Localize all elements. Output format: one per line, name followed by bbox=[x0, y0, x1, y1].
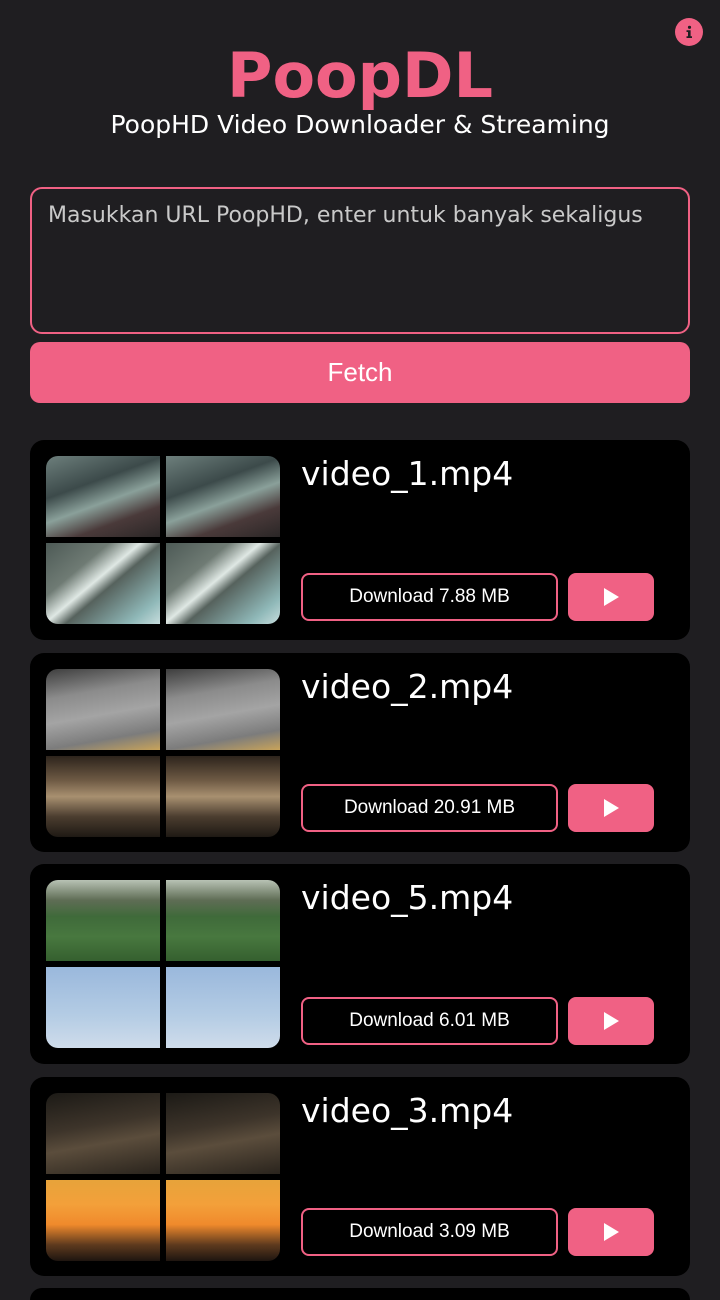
thumbnail bbox=[46, 756, 160, 837]
video-title: video_3.mp4 bbox=[301, 1091, 514, 1130]
thumbnail bbox=[46, 1180, 160, 1261]
thumbnail bbox=[166, 543, 280, 624]
thumbnail bbox=[46, 669, 160, 750]
download-button[interactable]: Download 6.01 MB bbox=[301, 997, 558, 1045]
url-input[interactable] bbox=[30, 187, 690, 334]
video-thumbnails bbox=[46, 669, 280, 837]
thumbnail bbox=[46, 543, 160, 624]
play-button[interactable] bbox=[568, 997, 654, 1045]
play-icon bbox=[604, 588, 619, 606]
play-icon bbox=[604, 1012, 619, 1030]
download-button[interactable]: Download 7.88 MB bbox=[301, 573, 558, 621]
thumbnail bbox=[166, 756, 280, 837]
thumbnail bbox=[166, 1093, 280, 1174]
video-card: video_5.mp4 Download 6.01 MB bbox=[30, 864, 690, 1064]
thumbnail bbox=[166, 669, 280, 750]
video-card: video_1.mp4 Download 7.88 MB bbox=[30, 440, 690, 640]
video-thumbnails bbox=[46, 1093, 280, 1261]
thumbnail bbox=[166, 456, 280, 537]
video-thumbnails bbox=[46, 880, 280, 1048]
play-button[interactable] bbox=[568, 784, 654, 832]
download-button[interactable]: Download 3.09 MB bbox=[301, 1208, 558, 1256]
thumbnail bbox=[166, 1180, 280, 1261]
video-title: video_1.mp4 bbox=[301, 454, 514, 493]
download-button[interactable]: Download 20.91 MB bbox=[301, 784, 558, 832]
fetch-button[interactable]: Fetch bbox=[30, 342, 690, 403]
app-subtitle: PoopHD Video Downloader & Streaming bbox=[110, 110, 610, 139]
video-title: video_2.mp4 bbox=[301, 667, 514, 706]
video-card: video_2.mp4 Download 20.91 MB bbox=[30, 653, 690, 852]
thumbnail bbox=[46, 880, 160, 961]
thumbnail bbox=[46, 967, 160, 1048]
thumbnail bbox=[46, 1093, 160, 1174]
video-title: video_5.mp4 bbox=[301, 878, 514, 917]
video-thumbnails bbox=[46, 456, 280, 624]
thumbnail bbox=[166, 967, 280, 1048]
video-card bbox=[30, 1288, 690, 1300]
play-icon bbox=[604, 1223, 619, 1241]
page: PoopDL PoopHD Video Downloader & Streami… bbox=[0, 0, 720, 1300]
play-button[interactable] bbox=[568, 1208, 654, 1256]
app-logo: PoopDL bbox=[227, 39, 493, 112]
video-card: video_3.mp4 Download 3.09 MB bbox=[30, 1077, 690, 1276]
play-icon bbox=[604, 799, 619, 817]
thumbnail bbox=[46, 456, 160, 537]
thumbnail bbox=[166, 880, 280, 961]
play-button[interactable] bbox=[568, 573, 654, 621]
